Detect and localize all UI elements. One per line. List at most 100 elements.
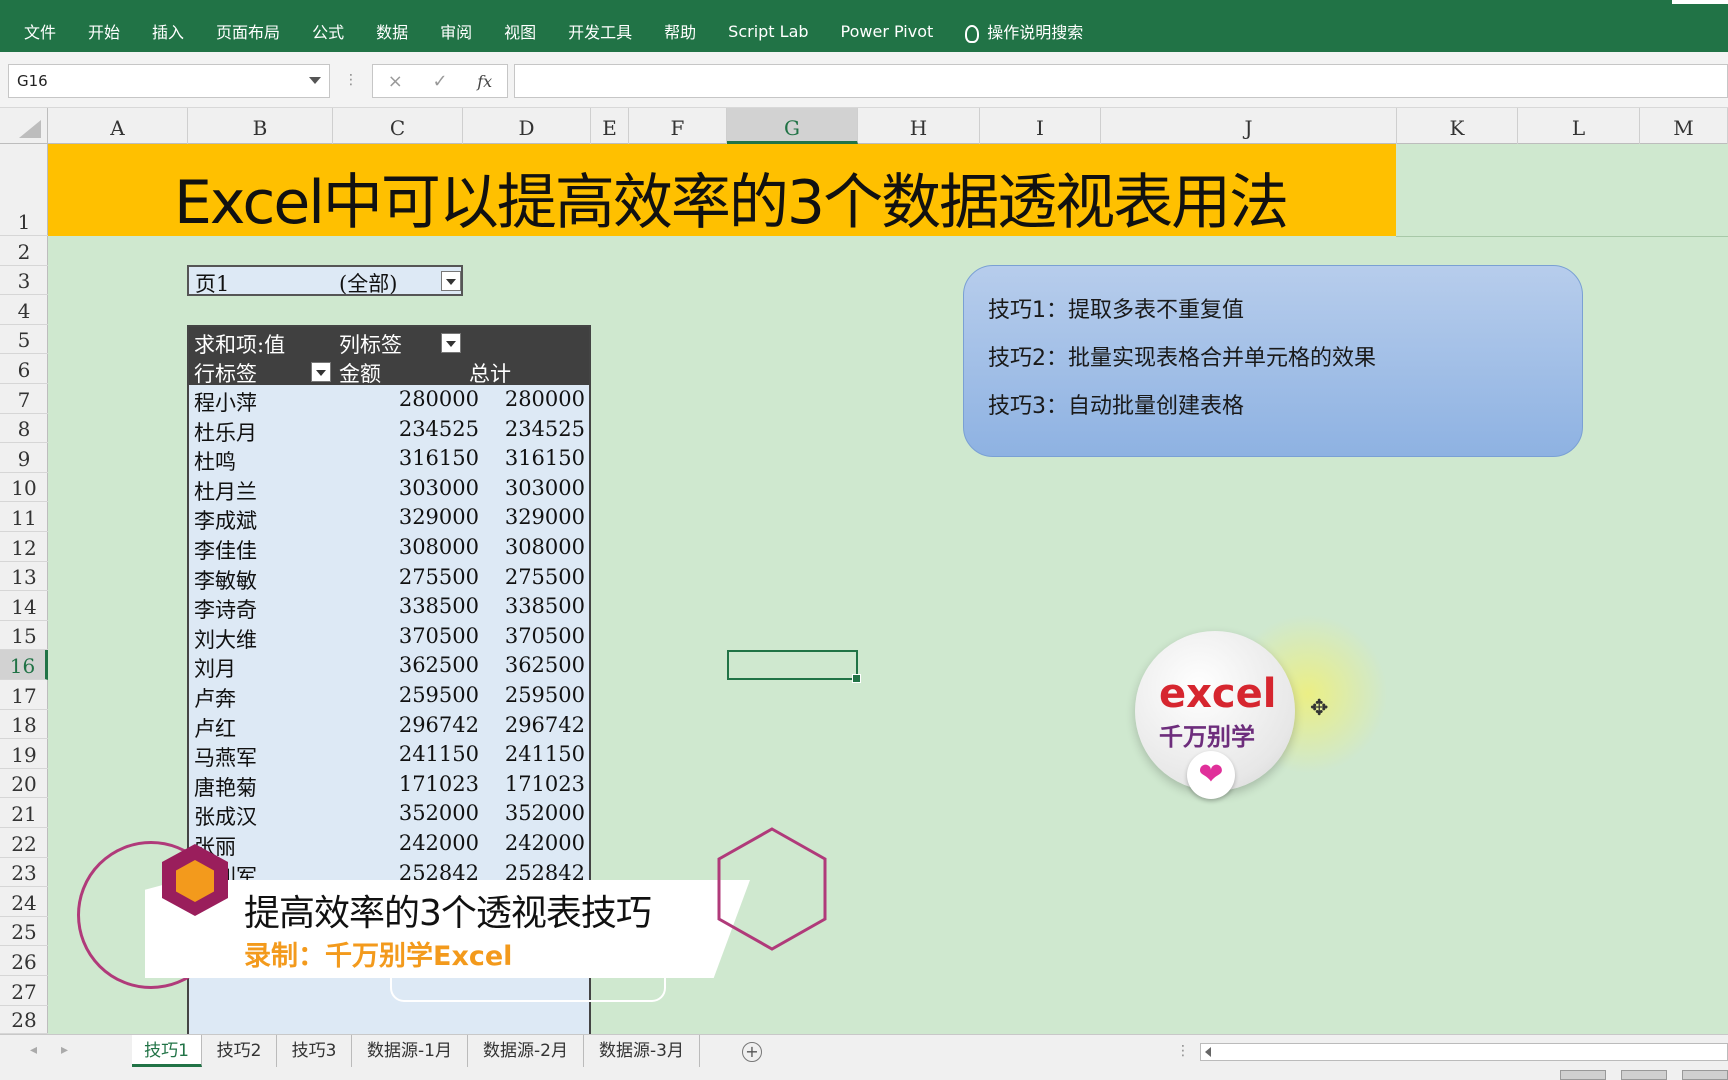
table-row[interactable]: 刘月 362500 362500 bbox=[189, 651, 589, 681]
column-header-l[interactable]: L bbox=[1518, 108, 1640, 144]
column-header-d[interactable]: D bbox=[463, 108, 591, 144]
table-row[interactable]: 卢奔 259500 259500 bbox=[189, 681, 589, 711]
table-row[interactable]: 张成汉 352000 352000 bbox=[189, 799, 589, 829]
column-header-h[interactable]: H bbox=[858, 108, 980, 144]
row-header-9[interactable]: 9 bbox=[0, 443, 48, 473]
table-row[interactable]: 李诗奇 338500 338500 bbox=[189, 592, 589, 622]
row-header-16[interactable]: 16 bbox=[0, 650, 48, 680]
row-header-13[interactable]: 13 bbox=[0, 562, 48, 592]
column-header-k[interactable]: K bbox=[1397, 108, 1518, 144]
table-row[interactable]: 马燕军 241150 241150 bbox=[189, 740, 589, 770]
row-header-2[interactable]: 2 bbox=[0, 236, 48, 266]
table-row[interactable]: 李成斌 329000 329000 bbox=[189, 503, 589, 533]
tab-developer[interactable]: 开发工具 bbox=[568, 19, 632, 43]
table-row[interactable]: 杜鸣 316150 316150 bbox=[189, 444, 589, 474]
row-header-15[interactable]: 15 bbox=[0, 621, 48, 651]
row-header-24[interactable]: 24 bbox=[0, 887, 48, 917]
row-header-27[interactable]: 27 bbox=[0, 976, 48, 1006]
excel-logo[interactable]: excel 千万别学 ❤ bbox=[1135, 631, 1295, 799]
row-header-20[interactable]: 20 bbox=[0, 769, 48, 799]
table-row[interactable]: 唐艳菊 171023 171023 bbox=[189, 770, 589, 800]
row-header-7[interactable]: 7 bbox=[0, 384, 48, 414]
row-header-25[interactable]: 25 bbox=[0, 917, 48, 947]
table-row[interactable]: 张丽 242000 242000 bbox=[189, 829, 589, 859]
insert-function-icon[interactable]: fx bbox=[477, 72, 492, 91]
page-break-view-icon[interactable] bbox=[1682, 1070, 1728, 1080]
tab-data[interactable]: 数据 bbox=[376, 19, 408, 43]
tips-box[interactable]: 技巧1：提取多表不重复值 技巧2：批量实现表格合并单元格的效果 技巧3：自动批量… bbox=[963, 265, 1583, 457]
tab-help[interactable]: 帮助 bbox=[664, 19, 696, 43]
more-icon[interactable]: ⋮ bbox=[344, 72, 358, 88]
tab-home[interactable]: 开始 bbox=[88, 19, 120, 43]
tab-script-lab[interactable]: Script Lab bbox=[728, 22, 808, 41]
table-row[interactable]: 杜乐月 234525 234525 bbox=[189, 415, 589, 445]
more-icon[interactable]: ⋮ bbox=[1176, 1043, 1190, 1059]
page-filter[interactable]: 页1 (全部) bbox=[187, 265, 463, 296]
sheet-nav-arrows-icon[interactable]: ◂▸ bbox=[30, 1042, 92, 1058]
row-header-5[interactable]: 5 bbox=[0, 325, 48, 355]
tab-insert[interactable]: 插入 bbox=[152, 19, 184, 43]
enter-icon[interactable]: ✓ bbox=[433, 71, 448, 92]
row-header-26[interactable]: 26 bbox=[0, 946, 48, 976]
tab-file[interactable]: 文件 bbox=[24, 19, 56, 43]
sheet-tab-3[interactable]: 技巧3 bbox=[277, 1035, 352, 1067]
page-layout-view-icon[interactable] bbox=[1621, 1070, 1667, 1080]
cancel-icon[interactable]: × bbox=[388, 71, 403, 92]
row-header-1[interactable]: 1 bbox=[0, 144, 48, 236]
row-header-3[interactable]: 3 bbox=[0, 266, 48, 296]
chevron-down-icon[interactable] bbox=[309, 77, 321, 84]
column-header-c[interactable]: C bbox=[333, 108, 463, 144]
table-row[interactable]: 李敏敏 275500 275500 bbox=[189, 563, 589, 593]
sheet-tab-4[interactable]: 数据源-1月 bbox=[352, 1035, 468, 1067]
row-header-6[interactable]: 6 bbox=[0, 354, 48, 384]
name-box[interactable]: G16 bbox=[8, 64, 330, 98]
column-header-a[interactable]: A bbox=[48, 108, 188, 144]
add-sheet-icon[interactable]: + bbox=[742, 1042, 762, 1062]
title-banner[interactable]: Excel中可以提高效率的3个数据透视表用法 bbox=[48, 144, 1396, 238]
tab-power-pivot[interactable]: Power Pivot bbox=[841, 22, 934, 41]
table-row[interactable]: 杜月兰 303000 303000 bbox=[189, 474, 589, 504]
tab-review[interactable]: 审阅 bbox=[440, 19, 472, 43]
row-header-4[interactable]: 4 bbox=[0, 295, 48, 325]
row-header-21[interactable]: 21 bbox=[0, 798, 48, 828]
tab-page-layout[interactable]: 页面布局 bbox=[216, 19, 280, 43]
column-header-i[interactable]: I bbox=[980, 108, 1101, 144]
tell-me-search[interactable]: 操作说明搜索 bbox=[965, 19, 1083, 43]
column-header-m[interactable]: M bbox=[1640, 108, 1728, 144]
row-header-23[interactable]: 23 bbox=[0, 858, 48, 888]
column-header-b[interactable]: B bbox=[188, 108, 333, 144]
row-header-18[interactable]: 18 bbox=[0, 710, 48, 740]
window-control[interactable] bbox=[1672, 0, 1728, 4]
active-cell-g16[interactable] bbox=[727, 650, 861, 683]
row-header-17[interactable]: 17 bbox=[0, 680, 48, 710]
sheet-tab-2[interactable]: 技巧2 bbox=[202, 1035, 277, 1067]
row-header-14[interactable]: 14 bbox=[0, 591, 48, 621]
tab-formulas[interactable]: 公式 bbox=[312, 19, 344, 43]
column-header-f[interactable]: F bbox=[629, 108, 727, 144]
row-header-12[interactable]: 12 bbox=[0, 532, 48, 562]
row-header-10[interactable]: 10 bbox=[0, 473, 48, 503]
column-header-j[interactable]: J bbox=[1101, 108, 1397, 144]
table-row[interactable]: 卢红 296742 296742 bbox=[189, 711, 589, 741]
filter-dropdown-icon[interactable] bbox=[441, 271, 461, 291]
column-header-e[interactable]: E bbox=[591, 108, 629, 144]
sheet-tab-1[interactable]: 技巧1 bbox=[132, 1035, 202, 1067]
horizontal-scrollbar[interactable] bbox=[1200, 1043, 1728, 1061]
table-row[interactable]: 程小萍 280000 280000 bbox=[189, 385, 589, 415]
row-header-11[interactable]: 11 bbox=[0, 502, 48, 532]
tab-view[interactable]: 视图 bbox=[504, 19, 536, 43]
formula-input[interactable] bbox=[514, 64, 1728, 98]
row-header-22[interactable]: 22 bbox=[0, 828, 48, 858]
row-header-8[interactable]: 8 bbox=[0, 414, 48, 444]
normal-view-icon[interactable] bbox=[1560, 1070, 1606, 1080]
sheet-tab-5[interactable]: 数据源-2月 bbox=[468, 1035, 584, 1067]
row-header-19[interactable]: 19 bbox=[0, 739, 48, 769]
column-header-g[interactable]: G bbox=[727, 108, 858, 144]
table-row[interactable]: 李佳佳 308000 308000 bbox=[189, 533, 589, 563]
row-header-28[interactable]: 28 bbox=[0, 1006, 48, 1034]
select-all-button[interactable] bbox=[0, 108, 48, 144]
sheet-tab-6[interactable]: 数据源-3月 bbox=[584, 1035, 700, 1067]
row-filter-icon[interactable] bbox=[311, 362, 331, 382]
table-row[interactable]: 刘大维 370500 370500 bbox=[189, 622, 589, 652]
column-filter-icon[interactable] bbox=[441, 333, 461, 353]
